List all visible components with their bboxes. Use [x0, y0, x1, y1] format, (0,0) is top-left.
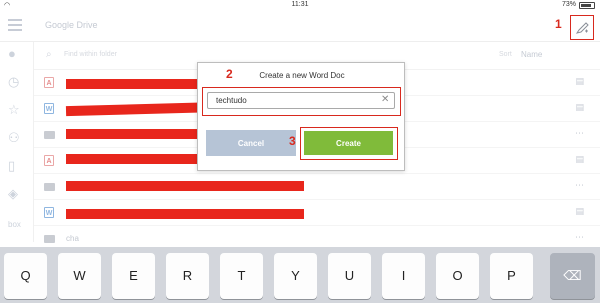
word-file-icon: W	[44, 207, 54, 218]
key-q[interactable]: Q	[4, 253, 47, 299]
key-i[interactable]: I	[382, 253, 425, 299]
backspace-key[interactable]: ⌫	[550, 253, 595, 299]
new-word-doc-dialog: 2 Create a new Word Doc ✕ Cancel 3 Creat…	[197, 62, 405, 171]
comment-icon[interactable]: ▤	[575, 206, 584, 217]
star-icon[interactable]: ☆	[8, 102, 20, 118]
word-file-icon: W	[44, 103, 54, 114]
key-w[interactable]: W	[58, 253, 101, 299]
document-name-input[interactable]	[207, 92, 395, 109]
key-e[interactable]: E	[112, 253, 155, 299]
box-icon[interactable]: box	[8, 220, 21, 229]
page-title: Google Drive	[45, 20, 98, 30]
key-y[interactable]: Y	[274, 253, 317, 299]
battery-icon	[579, 2, 595, 9]
key-o[interactable]: O	[436, 253, 479, 299]
comment-icon[interactable]: ▤	[575, 102, 584, 113]
dialog-title: Create a new Word Doc	[259, 71, 345, 80]
sort-dropdown[interactable]: Name	[521, 50, 542, 59]
more-icon[interactable]: ⋯	[575, 128, 584, 139]
annotation-highlight-field: ✕	[202, 87, 401, 116]
menu-icon[interactable]	[8, 19, 22, 31]
search-icon: ⌕	[46, 49, 52, 60]
pdf-file-icon: A	[44, 77, 54, 88]
sort-label: Sort	[499, 51, 512, 58]
new-doc-icon	[576, 22, 589, 34]
folder-icon	[44, 131, 55, 139]
folder-icon	[44, 183, 55, 191]
clock-icon[interactable]: ◷	[8, 74, 19, 90]
shared-icon[interactable]: ⚇	[8, 130, 20, 146]
clear-icon[interactable]: ✕	[381, 95, 389, 105]
sidebar: ● ◷ ☆ ⚇ ▯ ◈ box	[0, 42, 34, 242]
search-input[interactable]: Find within folder	[64, 51, 117, 58]
device-icon[interactable]: ▯	[8, 158, 15, 174]
battery-percent: 73%	[561, 1, 576, 8]
pdf-file-icon: A	[44, 155, 54, 166]
onscreen-keyboard: Q W E R T Y U I O P ⌫	[0, 247, 600, 303]
list-item[interactable]: W ▤	[34, 200, 600, 226]
cancel-button[interactable]: Cancel	[206, 130, 296, 156]
more-icon[interactable]: ⋯	[575, 232, 584, 243]
comment-icon[interactable]: ▤	[575, 154, 584, 165]
app-header: Google Drive 1	[0, 10, 600, 42]
status-bar: ◠ 11:31 73%	[0, 0, 600, 10]
new-doc-button[interactable]	[570, 15, 594, 40]
key-t[interactable]: T	[220, 253, 263, 299]
annotation-step-1: 1	[555, 17, 562, 31]
annotation-highlight-create: Create	[300, 127, 398, 160]
file-name: cha	[66, 234, 79, 243]
key-u[interactable]: U	[328, 253, 371, 299]
user-icon[interactable]: ●	[8, 46, 16, 61]
comment-icon[interactable]: ▤	[575, 76, 584, 87]
key-r[interactable]: R	[166, 253, 209, 299]
folder-icon	[44, 235, 55, 243]
status-time: 11:31	[291, 1, 309, 8]
key-p[interactable]: P	[490, 253, 533, 299]
redaction-bar	[66, 181, 304, 191]
annotation-step-3: 3	[289, 134, 296, 148]
dropbox-icon[interactable]: ◈	[8, 186, 18, 202]
create-button[interactable]: Create	[304, 131, 393, 155]
more-icon[interactable]: ⋯	[575, 180, 584, 191]
list-item[interactable]: ⋯	[34, 174, 600, 200]
redaction-bar	[66, 209, 304, 219]
